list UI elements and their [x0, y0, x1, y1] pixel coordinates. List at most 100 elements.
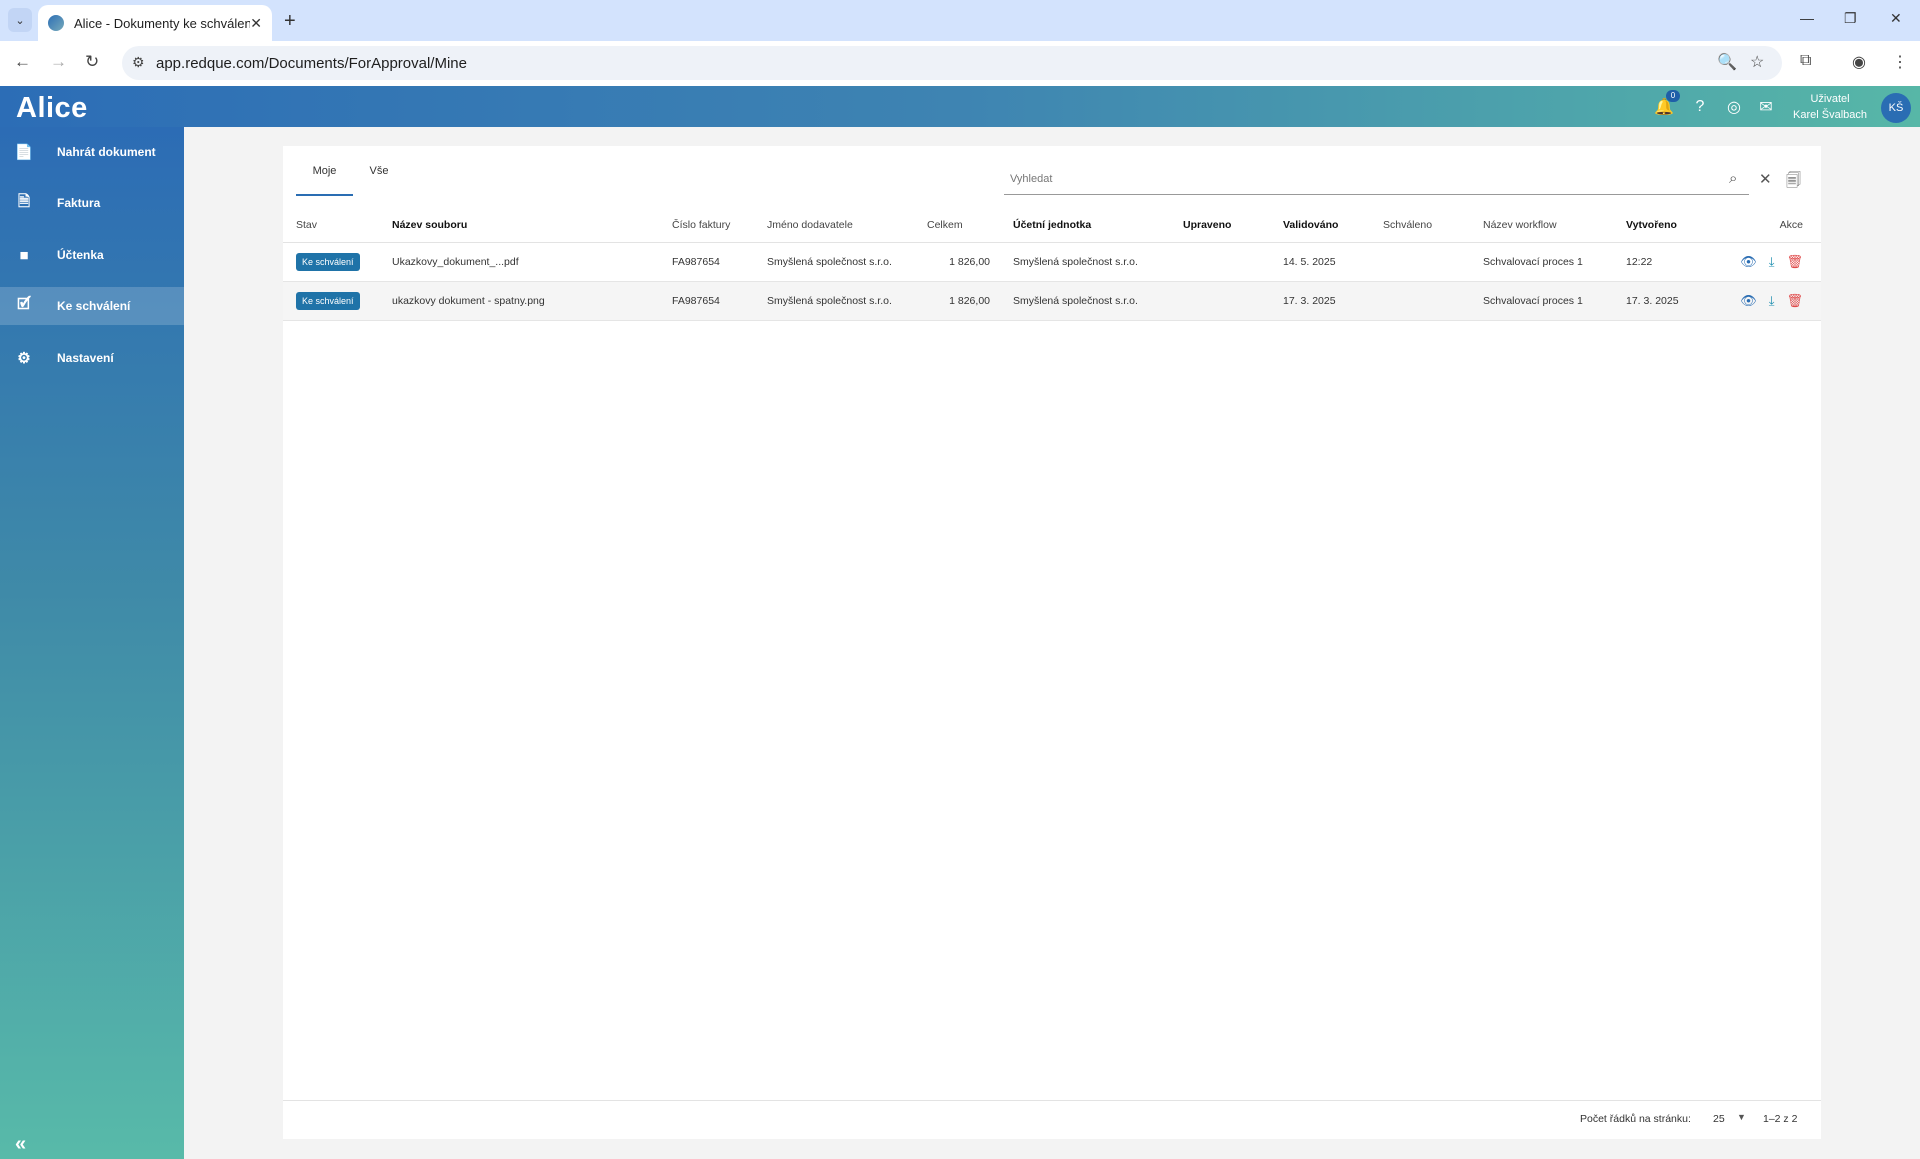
col-status[interactable]: Stav	[283, 208, 379, 243]
cell-total: 1 826,00	[914, 242, 1000, 282]
back-icon[interactable]: ←	[14, 52, 31, 72]
col-approved[interactable]: Schváleno	[1370, 208, 1470, 243]
eye-toggle-icon[interactable]: ◎	[1724, 97, 1744, 117]
extensions-icon[interactable]: ⧉	[1800, 52, 1811, 70]
search-icon[interactable]: ⌕	[1729, 170, 1737, 187]
col-modified[interactable]: Upraveno	[1170, 208, 1270, 243]
app-header	[0, 86, 1920, 127]
delete-trash-icon[interactable]: 🗑	[1786, 293, 1803, 308]
pagination-range: 1–2 z 2	[1763, 1113, 1798, 1125]
cell-modified	[1170, 242, 1270, 282]
gear-icon: ⚙	[17, 350, 31, 367]
documents-table: Stav Název souboru Číslo faktury Jméno d…	[283, 208, 1821, 321]
tab-search-button[interactable]: ⌄	[8, 8, 32, 32]
download-icon[interactable]: ⤓	[1769, 293, 1775, 308]
cell-approved	[1370, 242, 1470, 282]
col-validated[interactable]: Validováno	[1270, 208, 1370, 243]
sidebar-item-approval[interactable]: 🗹 Ke schválení	[0, 287, 184, 325]
cell-validated: 14. 5. 2025	[1270, 242, 1370, 282]
sidebar-item-upload[interactable]: 📄 Nahrát dokument	[0, 133, 184, 171]
close-window-icon[interactable]: ✕	[1890, 10, 1902, 27]
new-tab-button[interactable]: +	[284, 10, 296, 33]
cell-accounting-unit: Smyšlená společnost s.r.o.	[1000, 281, 1170, 321]
sidebar-item-label: Nahrát dokument	[57, 145, 156, 159]
app-logo[interactable]: Alice	[16, 92, 88, 125]
collapse-sidebar-icon[interactable]: «	[15, 1133, 26, 1156]
col-actions: Akce	[1711, 208, 1821, 243]
cell-filename: Ukazkovy_dokument_...pdf	[379, 242, 659, 282]
col-workflow[interactable]: Název workflow	[1470, 208, 1613, 243]
favicon-icon	[48, 15, 64, 31]
documents-card: Moje Vše Vyhledat ⌕ ✕ 🗐 Stav Název soubo…	[283, 146, 1821, 1139]
forward-icon[interactable]: →	[50, 52, 67, 72]
browser-tab[interactable]: Alice - Dokumenty ke schválení ✕	[38, 5, 272, 41]
cell-total: 1 826,00	[914, 281, 1000, 321]
rows-per-page-label: Počet řádků na stránku:	[1580, 1113, 1691, 1125]
clear-search-icon[interactable]: ✕	[1759, 170, 1772, 188]
cell-filename: ukazkovy dokument - spatny.png	[379, 281, 659, 321]
receipt-icon: ■	[19, 246, 29, 264]
status-badge: Ke schválení	[296, 291, 360, 310]
feedback-icon[interactable]: ✉	[1756, 97, 1776, 117]
cell-workflow: Schvalovací proces 1	[1470, 242, 1613, 282]
sidebar-item-label: Nastavení	[57, 351, 114, 365]
footer-divider	[283, 1100, 1821, 1101]
cell-created: 17. 3. 2025	[1613, 281, 1711, 321]
table-row[interactable]: Ke schválení Ukazkovy_dokument_...pdf FA…	[283, 242, 1821, 282]
cell-approved	[1370, 281, 1470, 321]
caret-down-icon[interactable]: ▼	[1737, 1112, 1746, 1122]
tab-all[interactable]: Vše	[364, 162, 394, 196]
tab-title: Alice - Dokumenty ke schválení	[74, 15, 251, 31]
sidebar-item-receipt[interactable]: ■ Účtenka	[0, 236, 184, 274]
table-row[interactable]: Ke schválení ukazkovy dokument - spatny.…	[283, 281, 1821, 321]
col-accounting-unit[interactable]: Účetní jednotka	[1000, 208, 1170, 243]
download-icon[interactable]: ⤓	[1769, 254, 1775, 269]
cell-invoice-number: FA987654	[659, 242, 754, 282]
zoom-icon[interactable]: 🔍	[1717, 52, 1737, 72]
sidebar-item-invoice[interactable]: 🗎 Faktura	[0, 184, 184, 222]
sidebar-item-label: Ke schválení	[57, 299, 131, 313]
profile-icon[interactable]: ◉	[1852, 52, 1866, 72]
search-input[interactable]: Vyhledat	[1004, 169, 1749, 195]
view-eye-icon[interactable]: 👁	[1740, 254, 1757, 269]
col-created[interactable]: Vytvořeno	[1613, 208, 1711, 243]
table-header-row: Stav Název souboru Číslo faktury Jméno d…	[283, 208, 1821, 243]
file-upload-icon: 📄	[14, 144, 34, 161]
rows-per-page-select[interactable]: 25	[1713, 1113, 1725, 1125]
cell-supplier: Smyšlená společnost s.r.o.	[754, 242, 914, 282]
avatar[interactable]: KŠ	[1881, 93, 1911, 123]
sidebar-item-label: Účtenka	[57, 248, 104, 262]
cell-invoice-number: FA987654	[659, 281, 754, 321]
help-icon[interactable]: ?	[1690, 97, 1710, 117]
reload-icon[interactable]: ↻	[85, 52, 99, 72]
cell-actions: 👁 ⤓ 🗑	[1711, 242, 1821, 282]
sidebar-item-settings[interactable]: ⚙ Nastavení	[0, 339, 184, 377]
col-supplier[interactable]: Jméno dodavatele	[754, 208, 914, 243]
export-document-icon[interactable]: 🗐	[1786, 170, 1801, 195]
menu-kebab-icon[interactable]: ⋮	[1892, 52, 1908, 72]
site-info-icon[interactable]: ⚙	[132, 54, 145, 71]
invoice-icon: 🗎	[17, 192, 31, 210]
col-total[interactable]: Celkem	[914, 208, 1000, 243]
delete-trash-icon[interactable]: 🗑	[1786, 254, 1803, 269]
user-info[interactable]: Uživatel Karel Švalbach	[1780, 91, 1880, 123]
bookmark-star-icon[interactable]: ☆	[1750, 52, 1764, 72]
cell-supplier: Smyšlená společnost s.r.o.	[754, 281, 914, 321]
table-pagination: Počet řádků na stránku: 25 ▼ 1–2 z 2	[283, 1104, 1821, 1138]
col-filename[interactable]: Název souboru	[379, 208, 659, 243]
col-invoice-number[interactable]: Číslo faktury	[659, 208, 754, 243]
tab-mine[interactable]: Moje	[296, 162, 353, 196]
restore-icon[interactable]: ❐	[1844, 10, 1857, 27]
sidebar-item-label: Faktura	[57, 196, 101, 210]
sidebar	[0, 127, 184, 1159]
close-icon[interactable]: ✕	[250, 15, 262, 32]
user-label: Uživatel	[1810, 93, 1850, 105]
chevron-down-icon: ⌄	[15, 14, 25, 27]
notification-count-badge: 0	[1666, 90, 1680, 102]
view-eye-icon[interactable]: 👁	[1740, 293, 1757, 308]
status-badge: Ke schválení	[296, 252, 360, 271]
user-name: Karel Švalbach	[1793, 109, 1867, 121]
url-text: app.redque.com/Documents/ForApproval/Min…	[156, 54, 467, 72]
address-bar[interactable]: ⚙ app.redque.com/Documents/ForApproval/M…	[122, 46, 1782, 80]
minimize-icon[interactable]: —	[1800, 10, 1814, 26]
